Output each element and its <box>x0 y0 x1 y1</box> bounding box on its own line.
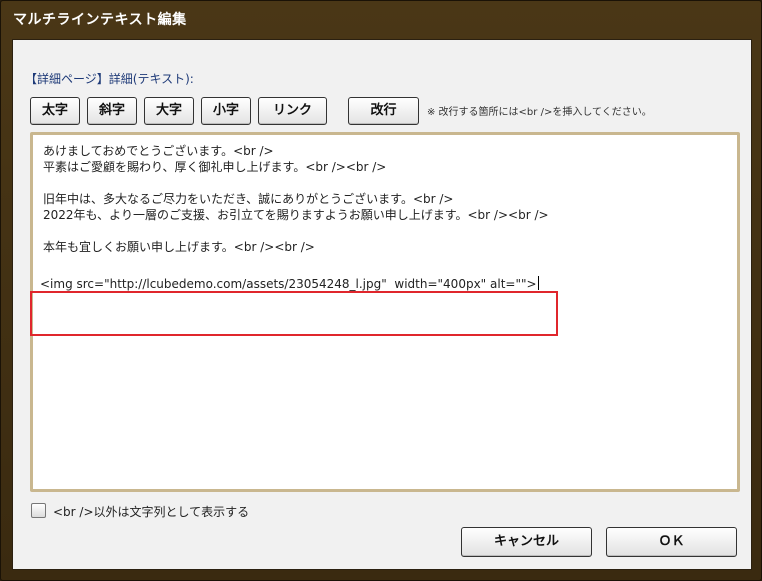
text-editor[interactable]: あけましておめでとうございます。<br /> 平素はご愛顧を賜わり、厚く御礼申し… <box>30 132 740 492</box>
text-editor-area[interactable]: あけましておめでとうございます。<br /> 平素はご愛顧を賜わり、厚く御礼申し… <box>33 135 737 489</box>
text-cursor <box>537 276 539 290</box>
dialog-title: マルチラインテキスト編集 <box>13 12 187 28</box>
img-tag-line: <img src="http://lcubedemo.com/assets/23… <box>40 276 539 291</box>
show-as-string-label: <br />以外は文字列として表示する <box>53 505 250 519</box>
newline-note: ※ 改行する箇所には<br />を挿入してください。 <box>427 107 652 118</box>
large-text-button[interactable]: 大字 <box>144 97 194 125</box>
editor-line: <img src="http://lcubedemo.com/assets/23… <box>40 277 537 291</box>
section-label: 【詳細ページ】詳細(テキスト): <box>25 72 194 86</box>
editor-line: 旧年中は、多大なるご尽力をいただき、誠にありがとうございます。<br /> <box>43 192 454 206</box>
editor-line: あけましておめでとうございます。<br /> <box>43 144 274 158</box>
bold-button[interactable]: 太字 <box>30 97 80 125</box>
small-text-button[interactable]: 小字 <box>201 97 251 125</box>
editor-line: 本年も宜しくお願い申し上げます。<br /><br /> <box>43 240 315 254</box>
link-button[interactable]: リンク <box>258 97 327 125</box>
cancel-button[interactable]: キャンセル <box>461 527 592 557</box>
editor-line: 2022年も、より一層のご支援、お引立てを賜りますようお願い申し上げます。<br… <box>43 208 549 222</box>
newline-button[interactable]: 改行 <box>348 97 419 125</box>
editor-line: 平素はご愛顧を賜わり、厚く御礼申し上げます。<br /><br /> <box>43 160 387 174</box>
italic-button[interactable]: 斜字 <box>87 97 137 125</box>
show-as-string-checkbox[interactable] <box>31 503 46 518</box>
multiline-text-dialog: マルチラインテキスト編集 【詳細ページ】詳細(テキスト): 太字 斜字 大字 小… <box>0 0 762 581</box>
ok-button[interactable]: ＯＫ <box>606 527 737 557</box>
dialog-content: 【詳細ページ】詳細(テキスト): 太字 斜字 大字 小字 リンク 改行 ※ 改行… <box>12 39 752 570</box>
